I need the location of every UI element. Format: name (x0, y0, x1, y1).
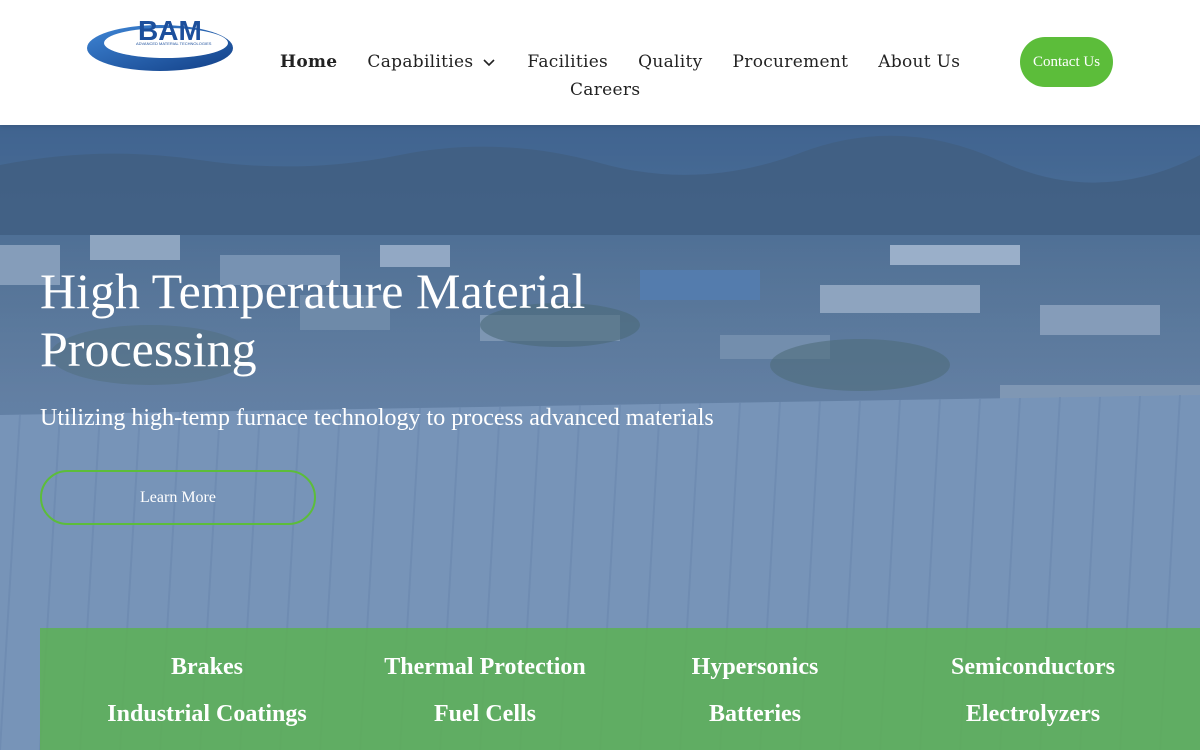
nav-capabilities[interactable]: Capabilities (367, 52, 497, 72)
market-industrial-coatings[interactable]: Industrial Coatings (107, 701, 306, 728)
nav-careers[interactable]: Careers (570, 80, 640, 100)
market-electrolyzers[interactable]: Electrolyzers (966, 701, 1100, 728)
hero-subtitle: Utilizing high-temp furnace technology t… (40, 405, 714, 431)
nav-capabilities-label: Capabilities (367, 52, 474, 72)
hero-section: High Temperature Material Processing Uti… (0, 125, 1200, 750)
market-fuel-cells[interactable]: Fuel Cells (434, 701, 536, 728)
bam-logo-graphic: BAM ADVANCED MATERIAL TECHNOLOGIES (87, 15, 233, 71)
contact-us-button[interactable]: Contact Us (1020, 37, 1113, 87)
market-brakes[interactable]: Brakes (171, 654, 243, 681)
nav-facilities[interactable]: Facilities (527, 52, 608, 72)
market-hypersonics[interactable]: Hypersonics (692, 654, 819, 681)
nav-home[interactable]: Home (280, 52, 337, 72)
learn-more-button[interactable]: Learn More (40, 470, 316, 525)
site-header: BAM ADVANCED MATERIAL TECHNOLOGIES Home … (0, 0, 1200, 125)
bam-logo[interactable]: BAM ADVANCED MATERIAL TECHNOLOGIES (86, 13, 236, 73)
market-batteries[interactable]: Batteries (709, 701, 801, 728)
market-semiconductors[interactable]: Semiconductors (951, 654, 1115, 681)
nav-about-us[interactable]: About Us (878, 52, 960, 72)
main-nav: Home Capabilities Facilities Quality Pro… (280, 50, 990, 74)
svg-text:ADVANCED MATERIAL TECHNOLOGIES: ADVANCED MATERIAL TECHNOLOGIES (136, 41, 212, 46)
nav-quality[interactable]: Quality (638, 52, 702, 72)
nav-procurement[interactable]: Procurement (733, 52, 849, 72)
hero-title: High Temperature Material Processing (40, 263, 586, 377)
main-nav-row-2: Careers (570, 78, 670, 102)
markets-panel: Brakes Thermal Protection Hypersonics Se… (40, 628, 1200, 750)
chevron-down-icon[interactable] (481, 54, 497, 70)
market-thermal-protection[interactable]: Thermal Protection (384, 654, 586, 681)
